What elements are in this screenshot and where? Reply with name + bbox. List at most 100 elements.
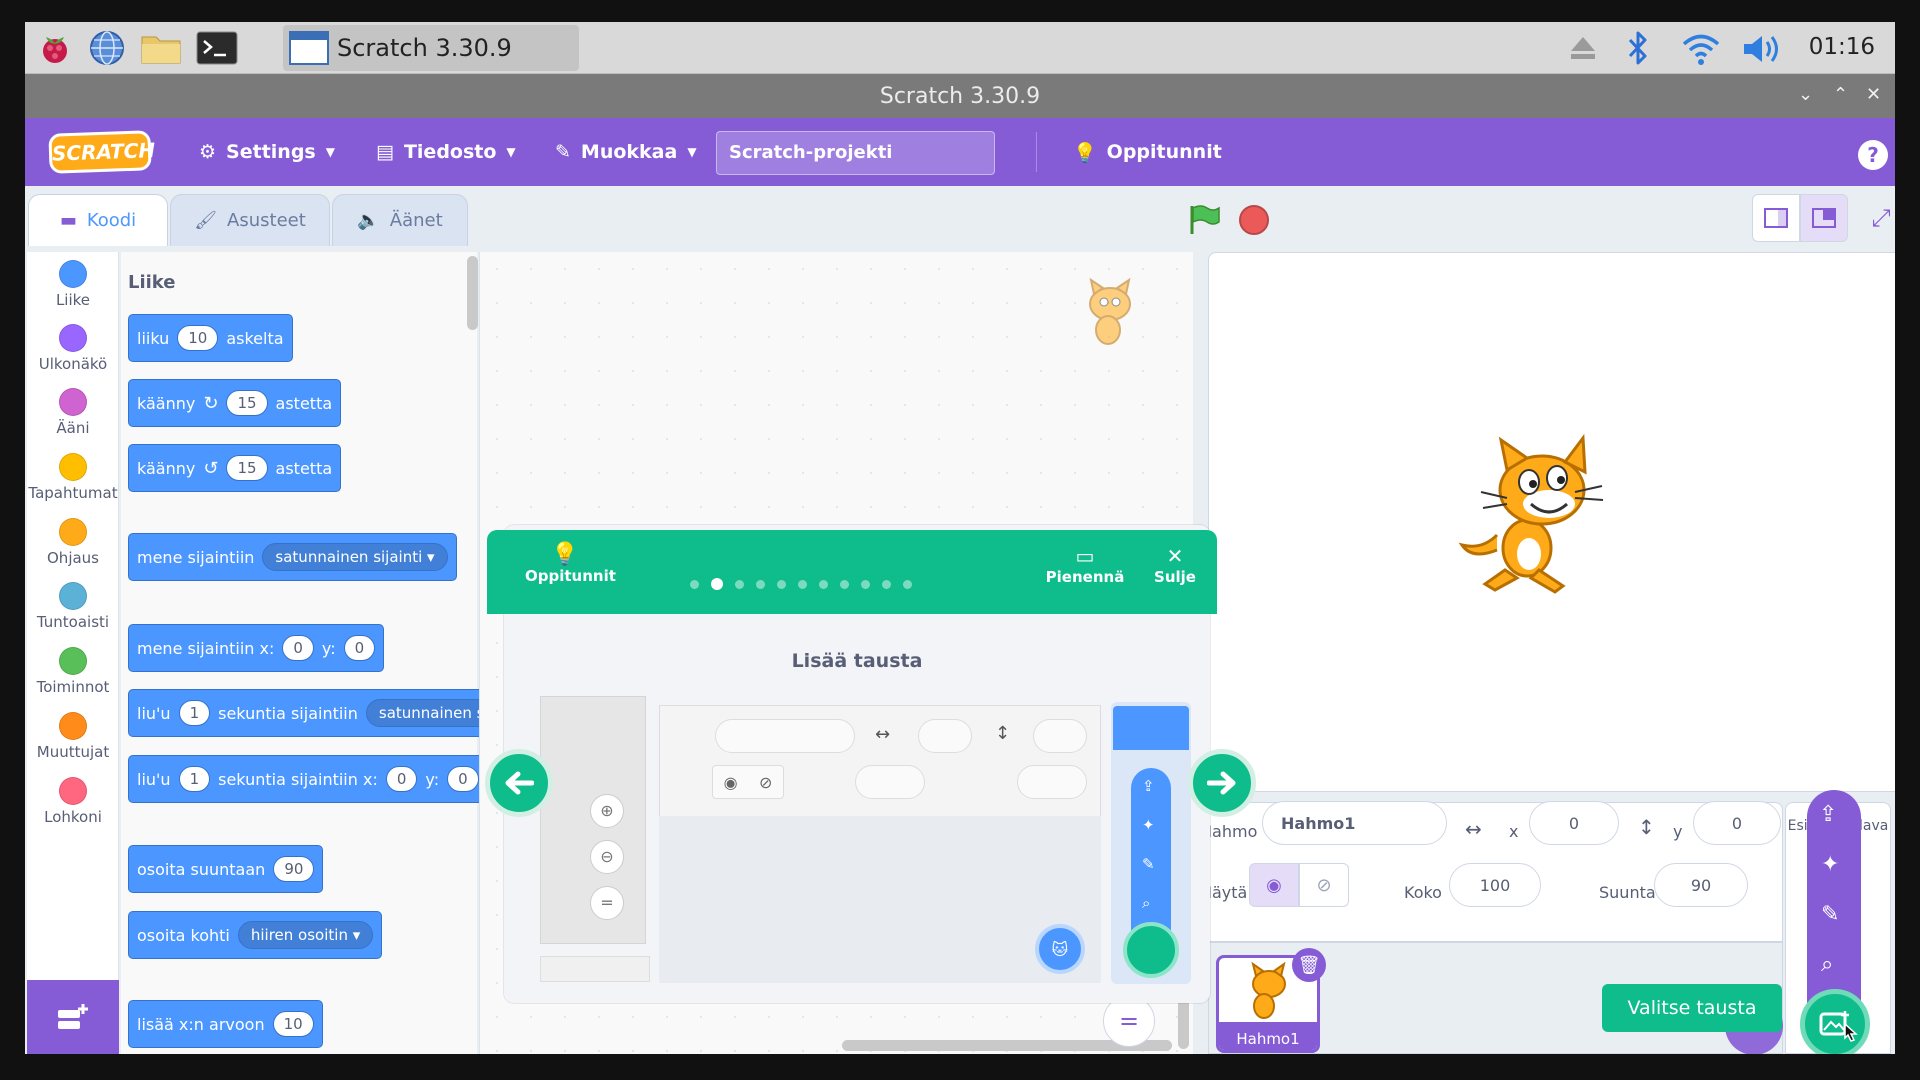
dropdown-value: hiiren osoitin	[250, 926, 348, 944]
category-operators[interactable]: Toiminnot	[27, 647, 119, 711]
choose-backdrop-button[interactable]	[1800, 989, 1870, 1054]
surprise-backdrop-icon[interactable]: ✦	[1821, 852, 1839, 877]
tutorial-next-button[interactable]	[1188, 749, 1256, 817]
block-input[interactable]: 0	[282, 635, 314, 661]
tab-code[interactable]: ▬ Koodi	[28, 194, 168, 246]
help-button[interactable]: ?	[1858, 140, 1888, 170]
file-menu[interactable]: ▤ Tiedosto ▼	[376, 118, 516, 186]
block-change-x[interactable]: lisää x:n arvoon 10	[128, 1000, 323, 1048]
terminal-icon[interactable]	[195, 28, 239, 68]
step-dot[interactable]	[777, 579, 786, 589]
delete-sprite-button[interactable]: 🗑	[1292, 948, 1326, 982]
search-backdrop-icon[interactable]: ⌕	[1821, 952, 1833, 977]
block-input[interactable]: 0	[447, 766, 479, 792]
block-input[interactable]: 10	[177, 325, 219, 351]
block-input[interactable]: 10	[272, 1011, 314, 1037]
wifi-icon[interactable]	[1681, 30, 1721, 70]
category-events[interactable]: Tapahtumat	[27, 453, 119, 517]
block-turn-right[interactable]: käänny ↻ 15 astetta	[128, 379, 342, 427]
category-sound[interactable]: Ääni	[27, 388, 119, 452]
block-move-steps[interactable]: liiku 10 askelta	[128, 314, 293, 362]
block-turn-left[interactable]: käänny ↺ 15 astetta	[128, 444, 342, 492]
category-my-blocks[interactable]: Lohkoni	[27, 777, 119, 841]
block-input[interactable]: 90	[273, 856, 315, 882]
step-dot[interactable]	[861, 579, 870, 589]
stop-icon[interactable]	[1239, 205, 1269, 235]
fullscreen-icon[interactable]: ⤢	[1861, 198, 1895, 238]
direction-input[interactable]: 90	[1654, 863, 1748, 907]
block-input[interactable]: 1	[178, 700, 211, 726]
globe-icon[interactable]	[85, 28, 129, 68]
y-input[interactable]: 0	[1693, 801, 1781, 845]
hide-sprite-button[interactable]: ⊘	[1299, 863, 1349, 907]
cat-sprite[interactable]	[1457, 430, 1607, 599]
x-input[interactable]: 0	[1529, 801, 1619, 845]
volume-icon[interactable]	[1741, 32, 1783, 70]
close-tutorial-button[interactable]: ✕ Sulje	[1150, 544, 1200, 586]
folder-icon[interactable]	[139, 28, 183, 68]
tutorial-prev-button[interactable]	[485, 749, 553, 817]
block-input[interactable]: 0	[343, 635, 376, 661]
step-dot[interactable]	[819, 579, 828, 589]
category-sensing[interactable]: Tuntoaisti	[27, 582, 119, 646]
tab-sounds[interactable]: 🔈 Äänet	[332, 194, 468, 246]
category-control[interactable]: Ohjaus	[27, 518, 119, 582]
show-sprite-button[interactable]: ◉	[1249, 863, 1299, 907]
os-taskbar: Scratch 3.30.9 01:16	[25, 22, 1895, 74]
block-input[interactable]: 15	[226, 455, 268, 481]
shrink-button[interactable]: ▭ Pienennä	[1045, 544, 1125, 586]
maximize-icon[interactable]: ⌃	[1833, 84, 1848, 105]
block-glide-to[interactable]: liu'u 1 sekuntia sijaintiin satunnainen …	[128, 689, 520, 737]
size-input[interactable]: 100	[1449, 863, 1541, 907]
settings-menu[interactable]: ⚙ Settings ▼	[199, 118, 335, 186]
step-dot[interactable]	[690, 579, 699, 589]
step-dot[interactable]	[756, 579, 765, 589]
category-variables[interactable]: Muuttujat	[27, 712, 119, 776]
bluetooth-icon[interactable]	[1627, 30, 1649, 70]
tutorials-button[interactable]: 💡 Oppitunnit	[525, 542, 616, 585]
illustration-visibility: ◉ ⊘	[712, 765, 784, 799]
minimize-icon[interactable]: ⌄	[1798, 84, 1813, 105]
block-dropdown[interactable]: hiiren osoitin ▾	[237, 921, 374, 949]
raspberry-icon[interactable]	[33, 28, 77, 68]
block-go-to[interactable]: mene sijaintiin satunnainen sijainti ▾	[128, 533, 457, 581]
illustration-choose-sprite-icon: 🐱	[1035, 924, 1085, 974]
tutorials-menu[interactable]: 💡 Oppitunnit	[1073, 118, 1222, 186]
step-dot[interactable]	[903, 579, 912, 589]
add-extension-button[interactable]	[27, 980, 119, 1054]
step-dot[interactable]	[735, 579, 744, 589]
block-text: mene sijaintiin	[137, 547, 255, 567]
step-dot[interactable]	[882, 579, 891, 589]
normal-stage-button[interactable]	[1800, 194, 1848, 242]
close-icon[interactable]: ✕	[1866, 84, 1881, 105]
block-input[interactable]: 1	[178, 766, 211, 792]
category-motion[interactable]: Liike	[27, 260, 119, 324]
tab-costumes[interactable]: 🖌 Asusteet	[170, 194, 330, 246]
category-looks[interactable]: Ulkonäkö	[27, 324, 119, 388]
paint-backdrop-icon[interactable]: ✎	[1821, 902, 1839, 927]
block-point-towards[interactable]: osoita kohti hiiren osoitin ▾	[128, 911, 383, 959]
taskbar-window-item[interactable]: Scratch 3.30.9	[283, 25, 579, 71]
upload-backdrop-icon[interactable]: ⇪	[1819, 802, 1837, 827]
eject-icon[interactable]	[1568, 34, 1598, 66]
sprite-name-input[interactable]: Hahmo1	[1262, 801, 1447, 845]
block-dropdown[interactable]: satunnainen sijainti ▾	[262, 543, 448, 571]
palette-scrollbar[interactable]	[467, 256, 478, 330]
clock[interactable]: 01:16	[1809, 34, 1875, 60]
scratch-logo[interactable]: SCRATCH	[48, 130, 155, 174]
block-input[interactable]: 15	[226, 390, 268, 416]
step-dot-current[interactable]	[711, 578, 723, 590]
workspace-vertical-scrollbar[interactable]	[1178, 997, 1189, 1049]
block-point-direction[interactable]: osoita suuntaan 90	[128, 845, 324, 893]
step-dot[interactable]	[840, 579, 849, 589]
small-stage-button[interactable]	[1752, 194, 1800, 242]
eye-slash-icon: ⊘	[1316, 874, 1332, 896]
block-input[interactable]: 0	[385, 766, 418, 792]
green-flag-icon[interactable]	[1187, 204, 1221, 240]
block-go-to-xy[interactable]: mene sijaintiin x: 0 y: 0	[128, 624, 385, 672]
edit-menu[interactable]: ✎ Muokkaa ▼	[555, 118, 697, 186]
step-dot[interactable]	[798, 579, 807, 589]
block-glide-to-xy[interactable]: liu'u 1 sekuntia sijaintiin x: 0 y: 0	[128, 755, 508, 803]
project-title-input[interactable]: Scratch-projekti	[716, 131, 995, 175]
window-titlebar[interactable]: Scratch 3.30.9	[25, 74, 1895, 118]
